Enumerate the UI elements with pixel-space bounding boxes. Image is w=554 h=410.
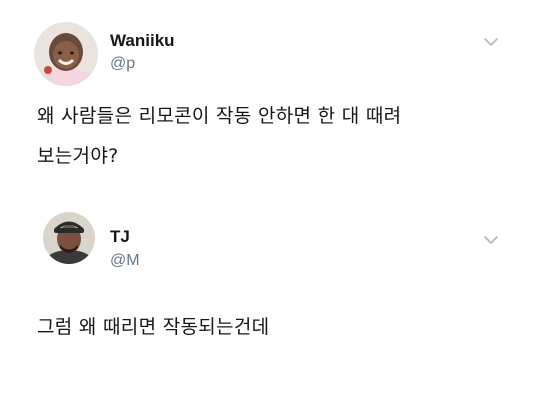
display-name[interactable]: TJ	[110, 227, 130, 247]
tweet-text-line: 그럼 왜 때리면 작동되는건데	[37, 316, 270, 338]
avatar[interactable]	[43, 212, 95, 264]
tweet-text: 그럼 왜 때리면 작동되는건데	[37, 307, 517, 347]
tweet: TJ @M 그럼 왜 때리면 작동되는건데	[0, 200, 554, 410]
handle-redaction	[145, 56, 250, 72]
tweet-text: 왜 사람들은 리모콘이 작동 안하면 한 대 때려 보는거야?	[37, 96, 517, 176]
user-handle[interactable]: @p	[110, 55, 135, 73]
avatar[interactable]	[34, 22, 98, 86]
tweet: Waniiku @p 왜 사람들은 리모콘이 작동 안하면 한 대 때려 보는거…	[0, 0, 554, 200]
handle-redaction	[144, 253, 264, 269]
display-name[interactable]: Waniiku	[110, 31, 175, 51]
chevron-down-icon[interactable]	[483, 36, 499, 48]
tweet-text-line: 왜 사람들은 리모콘이 작동 안하면 한 대 때려	[37, 105, 402, 127]
chevron-down-icon[interactable]	[483, 234, 499, 246]
user-handle[interactable]: @M	[110, 252, 140, 270]
tweet-text-line: 보는거야?	[37, 145, 119, 167]
